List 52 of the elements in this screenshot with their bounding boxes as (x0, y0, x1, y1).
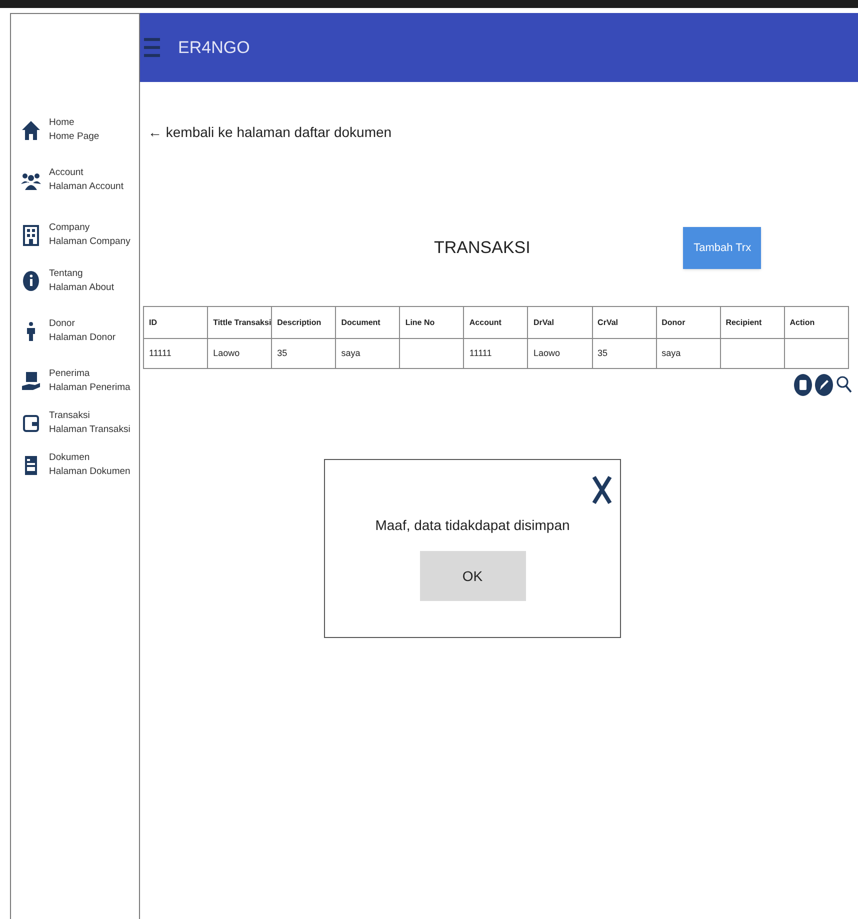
table-cell: saya (656, 338, 720, 368)
nav-title[interactable]: Transaksi (49, 409, 130, 423)
table-cell: 11111 (144, 338, 208, 368)
table-cell: 35 (592, 338, 656, 368)
edit-icon[interactable] (815, 374, 833, 396)
nav-title[interactable]: Penerima (49, 367, 130, 381)
home-icon[interactable] (21, 120, 41, 140)
nav-subtitle[interactable]: Home Page (49, 130, 100, 144)
column-header: CrVal (592, 306, 656, 338)
info-icon[interactable] (21, 270, 41, 292)
building-icon[interactable] (21, 224, 41, 246)
column-header: Action (784, 306, 848, 338)
ok-button[interactable]: OK (420, 551, 526, 601)
nav-subtitle[interactable]: Halaman Account (49, 180, 124, 194)
nav-title[interactable]: Home (49, 116, 100, 130)
column-header: DrVal (528, 306, 592, 338)
hand-box-icon[interactable] (21, 370, 41, 392)
nav-title[interactable]: Account (49, 166, 124, 180)
column-header: Donor (656, 306, 720, 338)
nav-title[interactable]: Donor (49, 317, 116, 331)
nav-subtitle[interactable]: Halaman About (49, 281, 114, 295)
close-icon[interactable] (592, 475, 612, 505)
column-header: ID (144, 306, 208, 338)
column-header: Document (336, 306, 400, 338)
page-title: TRANSAKSI (434, 237, 530, 260)
nav-title[interactable]: Dokumen (49, 451, 130, 465)
table-cell: Laowo (528, 338, 592, 368)
table-cell (720, 338, 784, 368)
table-cell: saya (336, 338, 400, 368)
column-header: Line No (400, 306, 464, 338)
column-header: Tittle Transaksi (208, 306, 272, 338)
nav-subtitle[interactable]: Halaman Company (49, 235, 130, 249)
dialog-message: Maaf, data tidakdapat disimpan (375, 516, 570, 535)
trash-icon[interactable] (794, 374, 812, 396)
back-link[interactable]: ← kembali ke halaman daftar dokumen (148, 122, 392, 143)
app-title: ER4NGO (178, 36, 250, 59)
nav-subtitle[interactable]: Halaman Donor (49, 331, 116, 345)
nav-title[interactable]: Tentang (49, 267, 114, 281)
table-cell (400, 338, 464, 368)
nav-subtitle[interactable]: Halaman Penerima (49, 381, 130, 395)
column-header: Description (272, 306, 336, 338)
nav-subtitle[interactable]: Halaman Dokumen (49, 465, 130, 479)
wallet-icon[interactable] (21, 412, 41, 434)
search-icon[interactable] (836, 374, 852, 394)
table-cell: Laowo (208, 338, 272, 368)
table-cell (784, 338, 848, 368)
column-header: Recipient (720, 306, 784, 338)
table-cell: 11111 (464, 338, 528, 368)
column-header: Account (464, 306, 528, 338)
nav-title[interactable]: Company (49, 221, 130, 235)
table-cell: 35 (272, 338, 336, 368)
nav-subtitle[interactable]: Halaman Transaksi (49, 423, 130, 437)
